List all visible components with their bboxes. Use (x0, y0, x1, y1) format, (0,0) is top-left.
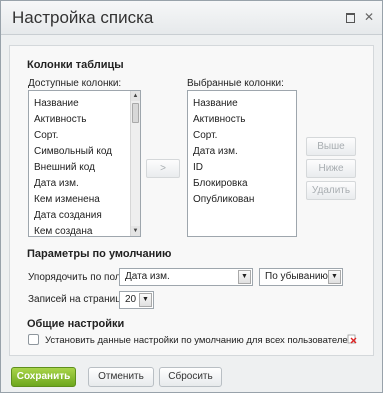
sort-field-value: Дата изм. (125, 271, 170, 282)
chevron-down-icon[interactable]: ▼ (238, 270, 251, 284)
page-size-select[interactable]: 20 ▼ (119, 291, 154, 309)
delete-settings-icon[interactable] (347, 334, 357, 344)
dialog-titlebar[interactable]: Настройка списка ✕ (1, 1, 382, 35)
list-item[interactable]: Опубликован (193, 194, 254, 205)
list-item[interactable]: Дата создания (34, 210, 102, 221)
list-item[interactable]: ID (193, 162, 203, 173)
list-item[interactable]: Кем создана (34, 226, 92, 236)
apply-all-checkbox[interactable] (28, 334, 39, 345)
list-item[interactable]: Дата изм. (193, 146, 238, 157)
list-item[interactable]: Кем изменена (34, 194, 100, 205)
dialog-title: Настройка списка (12, 8, 154, 27)
cancel-button[interactable]: Отменить (88, 367, 154, 387)
maximize-icon[interactable] (344, 11, 356, 23)
list-item[interactable]: Название (193, 98, 238, 109)
scroll-up-icon[interactable]: ▲ (131, 91, 140, 101)
selected-columns-list[interactable]: Название Активность Сорт. Дата изм. ID Б… (187, 90, 297, 237)
add-column-button[interactable]: > (146, 159, 180, 178)
available-list-scrollbar[interactable]: ▲ ▼ (130, 91, 140, 236)
selected-columns-label: Выбранные колонки: (187, 78, 284, 89)
list-item[interactable]: Внешний код (34, 162, 95, 173)
defaults-section-title: Параметры по умолчанию (27, 248, 172, 260)
chevron-down-icon[interactable]: ▼ (328, 270, 341, 284)
dialog-footer: Сохранить Отменить Сбросить (1, 359, 382, 392)
scroll-thumb[interactable] (132, 103, 139, 123)
sort-field-label: Упорядочить по полю: (28, 272, 131, 283)
list-item[interactable]: Дата изм. (34, 178, 79, 189)
reset-button[interactable]: Сбросить (159, 367, 222, 387)
delete-column-button[interactable]: Удалить (306, 181, 356, 200)
list-item[interactable]: Активность (34, 114, 87, 125)
move-up-button[interactable]: Выше (306, 137, 356, 156)
move-down-button[interactable]: Ниже (306, 159, 356, 178)
chevron-down-icon[interactable]: ▼ (139, 293, 152, 307)
settings-panel: Колонки таблицы Доступные колонки: Выбра… (9, 45, 374, 356)
available-columns-list[interactable]: Название Активность Сорт. Символьный код… (28, 90, 141, 237)
list-settings-dialog: Настройка списка ✕ Колонки таблицы Досту… (0, 0, 383, 393)
sort-order-value: По убыванию (265, 271, 328, 282)
list-item[interactable]: Блокировка (193, 178, 248, 189)
scroll-down-icon[interactable]: ▼ (131, 226, 140, 236)
save-button[interactable]: Сохранить (11, 367, 76, 387)
list-item[interactable]: Сорт. (34, 130, 58, 141)
page-size-label: Записей на странице: (28, 294, 130, 305)
common-section-title: Общие настройки (27, 318, 125, 330)
columns-section-title: Колонки таблицы (27, 59, 124, 71)
list-item[interactable]: Сорт. (193, 130, 217, 141)
close-icon[interactable]: ✕ (363, 11, 375, 23)
page-size-value: 20 (125, 294, 137, 305)
apply-all-label[interactable]: Установить данные настройки по умолчанию… (45, 335, 353, 346)
list-item[interactable]: Символьный код (34, 146, 112, 157)
sort-order-select[interactable]: По убыванию ▼ (259, 268, 343, 286)
list-item[interactable]: Название (34, 98, 79, 109)
list-item[interactable]: Активность (193, 114, 246, 125)
sort-field-select[interactable]: Дата изм. ▼ (119, 268, 253, 286)
available-columns-label: Доступные колонки: (28, 78, 122, 89)
